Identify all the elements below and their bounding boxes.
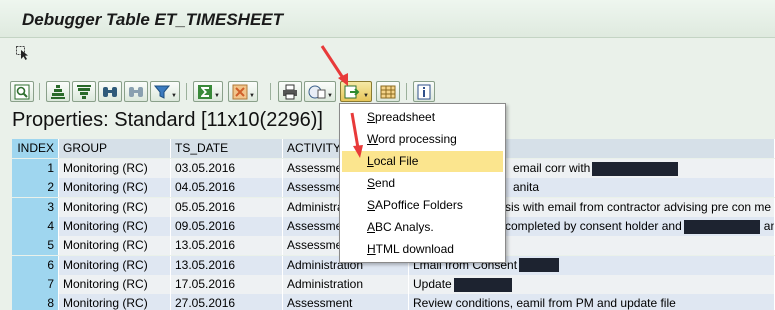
arrow-to-local-file <box>350 112 360 149</box>
annotation-arrows <box>320 45 363 158</box>
arrow-to-export <box>320 45 345 79</box>
arrowhead-local-file <box>353 145 363 158</box>
